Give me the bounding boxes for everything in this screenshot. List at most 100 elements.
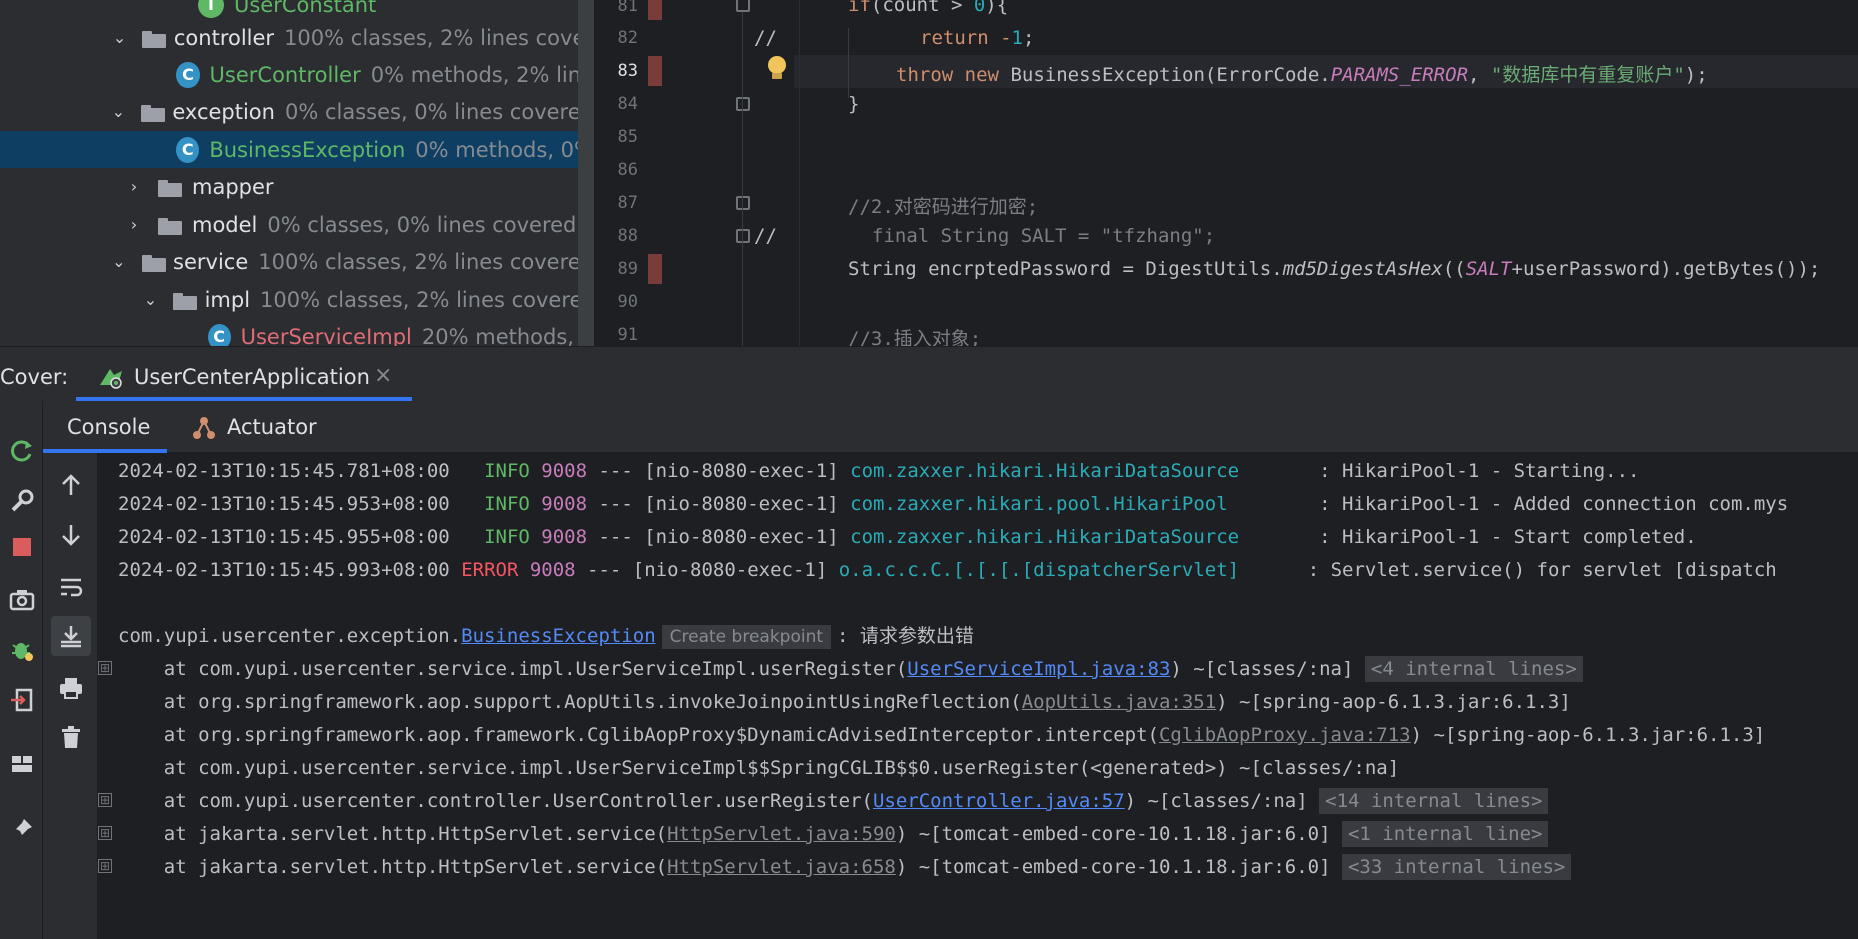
code-line-84: } xyxy=(848,93,859,115)
interface-icon: I xyxy=(198,0,224,18)
log-pid: 9008 xyxy=(541,460,588,482)
tree-item-impl[interactable]: ⌄ impl 100% classes, 2% lines coverec xyxy=(0,281,594,318)
create-breakpoint-button[interactable]: Create breakpoint xyxy=(661,625,832,649)
folder-icon xyxy=(173,290,198,310)
close-icon[interactable]: × xyxy=(374,363,392,388)
code-comment: //2.对密码进行加密; xyxy=(848,196,1039,218)
camera-icon[interactable] xyxy=(0,580,43,620)
tree-item-model[interactable]: › model 0% classes, 0% lines covered xyxy=(0,206,594,243)
frame-text: at jakarta.servlet.http.HttpServlet.serv… xyxy=(118,856,668,878)
log-logger: com.zaxxer.hikari.pool.HikariPool xyxy=(850,493,1308,515)
internal-lines-toggle[interactable]: <33 internal lines> xyxy=(1341,854,1572,880)
fold-marker-icon[interactable] xyxy=(736,0,750,12)
line-number: 82 xyxy=(617,28,638,48)
line-number: 86 xyxy=(617,160,638,180)
expand-icon[interactable]: ⊞ xyxy=(98,826,112,840)
trash-icon[interactable] xyxy=(51,717,91,757)
coverage-summary: 0% classes, 0% lines covered xyxy=(267,212,577,237)
project-tree: I UserConstant ⌄ controller 100% classes… xyxy=(0,0,594,346)
source-link[interactable]: UserController.java:57 xyxy=(873,790,1125,812)
tab-actuator[interactable]: Actuator xyxy=(227,415,317,439)
chevron-down-icon[interactable]: ⌄ xyxy=(111,28,129,48)
code-string: "数据库中有重复账户" xyxy=(1490,64,1685,86)
source-link[interactable]: UserServiceImpl.java:83 xyxy=(907,658,1170,680)
log-level: ERROR xyxy=(461,559,519,581)
debug-icon[interactable] xyxy=(0,630,43,670)
chevron-down-icon[interactable]: ⌄ xyxy=(110,252,128,272)
scroll-to-end-icon[interactable] xyxy=(51,616,91,656)
log-timestamp: 2024-02-13T10:15:45.955+08:00 xyxy=(118,526,450,548)
tab-usercenterapplication[interactable]: UserCenterApplication × xyxy=(96,347,412,402)
exception-line: com.yupi.usercenter.exception.BusinessEx… xyxy=(118,620,974,653)
internal-lines-toggle[interactable]: <14 internal lines> xyxy=(1319,788,1549,814)
rerun-icon[interactable] xyxy=(0,431,43,471)
frame-text: ) ~[classes/:na] xyxy=(1170,658,1365,680)
layout-icon[interactable] xyxy=(0,744,43,784)
log-logger: o.a.c.c.C.[.[.[.[dispatcherServlet] xyxy=(838,559,1297,581)
chevron-right-icon[interactable]: › xyxy=(124,177,144,197)
tree-item-label: BusinessException xyxy=(209,137,406,162)
code-line-82: // xyxy=(754,27,777,49)
code-number: 1 xyxy=(1011,27,1023,49)
coverage-summary: 0% classes, 0% lines covered xyxy=(284,99,594,124)
tree-item-service[interactable]: ⌄ service 100% classes, 2% lines covered xyxy=(0,243,594,280)
down-arrow-icon[interactable] xyxy=(51,515,91,555)
tree-item-controller[interactable]: ⌄ controller 100% classes, 2% lines cove… xyxy=(0,19,594,56)
tab-console[interactable]: Console xyxy=(67,415,150,439)
soft-wrap-icon[interactable] xyxy=(51,567,91,607)
exception-class-link[interactable]: BusinessException xyxy=(461,625,655,647)
frame-text: at jakarta.servlet.http.HttpServlet.serv… xyxy=(118,823,668,845)
internal-lines-toggle[interactable]: <1 internal line> xyxy=(1341,821,1549,847)
source-link[interactable]: CglibAopProxy.java:713 xyxy=(1159,724,1411,746)
stack-frame: at jakarta.servlet.http.HttpServlet.serv… xyxy=(118,818,1549,851)
tree-item-label: impl xyxy=(204,287,251,312)
class-icon: C xyxy=(176,61,200,88)
coverage-miss-marker xyxy=(648,0,662,20)
up-arrow-icon[interactable] xyxy=(51,465,91,505)
code-editor[interactable]: 81 82 83 84 85 86 87 88 89 90 91 if(coun… xyxy=(594,0,1858,346)
log-line: 2024-02-13T10:15:45.955+08:00 INFO 9008 … xyxy=(118,521,1697,554)
expand-icon[interactable]: ⊞ xyxy=(98,793,112,807)
coverage-summary: 0% methods, 2% line xyxy=(370,62,594,87)
code-constant: PARAMS_ERROR xyxy=(1330,64,1469,86)
cover-tool-window-header: Cover: UserCenterApplication × xyxy=(0,346,1858,401)
lightbulb-icon[interactable] xyxy=(766,56,788,82)
console-output[interactable]: 2024-02-13T10:15:45.781+08:00 INFO 9008 … xyxy=(98,453,1858,939)
source-link[interactable]: AopUtils.java:351 xyxy=(1022,691,1216,713)
tree-item-usercontroller[interactable]: C UserController 0% methods, 2% line xyxy=(0,56,594,93)
expand-icon[interactable]: ⊞ xyxy=(98,661,112,675)
fold-marker-icon[interactable] xyxy=(736,196,750,210)
source-link[interactable]: HttpServlet.java:658 xyxy=(667,856,896,878)
print-icon[interactable] xyxy=(51,668,91,708)
wrench-icon[interactable] xyxy=(0,481,43,521)
run-tool-strip xyxy=(0,401,43,939)
stop-icon[interactable] xyxy=(0,527,43,567)
folder-icon xyxy=(141,102,166,122)
fold-marker-icon[interactable] xyxy=(736,97,750,111)
log-line: 2024-02-13T10:15:45.953+08:00 INFO 9008 … xyxy=(118,488,1788,521)
chevron-right-icon[interactable]: › xyxy=(124,215,144,235)
tree-item-mapper[interactable]: › mapper xyxy=(0,168,594,205)
tab-label: UserCenterApplication xyxy=(134,365,370,389)
frame-text: at com.yupi.usercenter.controller.UserCo… xyxy=(118,790,873,812)
chevron-down-icon[interactable]: ⌄ xyxy=(142,290,160,310)
code-text: } xyxy=(848,93,860,115)
fold-marker-icon[interactable] xyxy=(736,229,750,243)
editor-gutter[interactable]: 81 82 83 84 85 86 87 88 89 90 91 xyxy=(594,0,794,346)
internal-lines-toggle[interactable]: <4 internal lines> xyxy=(1364,656,1583,682)
frame-text: ) ~[tomcat-embed-core-10.1.18.jar:6.0] xyxy=(895,823,1342,845)
stack-frame: at com.yupi.usercenter.service.impl.User… xyxy=(118,752,1399,785)
tree-item-label: UserConstant xyxy=(234,0,377,17)
tree-item-exception[interactable]: ⌄ exception 0% classes, 0% lines covered xyxy=(0,93,594,130)
tree-item-label: mapper xyxy=(192,174,274,199)
chevron-down-icon[interactable]: ⌄ xyxy=(109,102,127,122)
stack-frame: at com.yupi.usercenter.controller.UserCo… xyxy=(118,785,1549,818)
pin-icon[interactable] xyxy=(0,809,43,849)
source-link[interactable]: HttpServlet.java:590 xyxy=(667,823,896,845)
exit-icon[interactable] xyxy=(0,680,43,720)
tree-item-userserviceimpl[interactable]: C UserServiceImpl 20% methods, 2 xyxy=(0,318,594,346)
expand-icon[interactable]: ⊞ xyxy=(98,859,112,873)
tree-scrollbar[interactable] xyxy=(578,0,594,346)
actuator-icon xyxy=(193,417,215,439)
tree-item-businessexception[interactable]: C BusinessException 0% methods, 0% xyxy=(0,131,594,168)
